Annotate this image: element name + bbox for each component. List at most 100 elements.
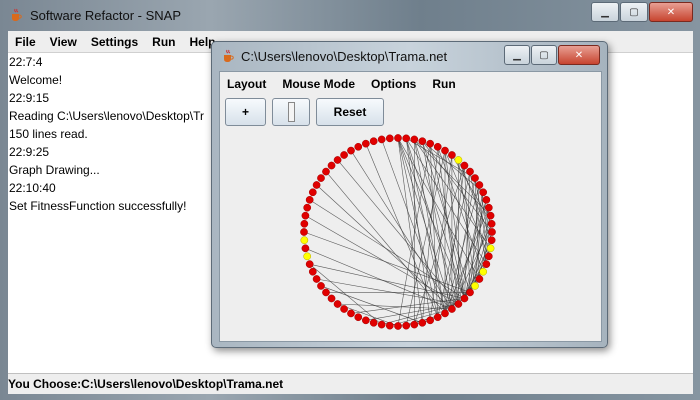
graph-node[interactable]	[418, 137, 427, 146]
menu-options[interactable]: Options	[370, 77, 417, 91]
graph-window-titlebar[interactable]: C:\Users\lenovo\Desktop\Trama.net ▁ ▢ ✕	[212, 42, 607, 70]
graph-node[interactable]	[433, 313, 442, 322]
graph-node[interactable]	[426, 139, 434, 148]
minimize-button[interactable]: ▁	[591, 2, 619, 22]
graph-node[interactable]	[377, 135, 386, 144]
log-line: 22:10:40	[9, 181, 56, 195]
graph-node-highlighted[interactable]	[454, 156, 463, 164]
graph-node[interactable]	[305, 196, 314, 204]
graph-node[interactable]	[482, 196, 491, 204]
graph-node[interactable]	[475, 275, 484, 283]
graph-node[interactable]	[475, 181, 484, 189]
graph-node[interactable]	[322, 167, 330, 176]
graph-node[interactable]	[484, 203, 493, 212]
graph-node[interactable]	[362, 139, 370, 148]
zoom-out-button[interactable]	[272, 98, 310, 126]
close-icon: ✕	[574, 49, 584, 61]
graph-node[interactable]	[340, 151, 348, 159]
graph-node[interactable]	[369, 318, 378, 327]
graph-node-highlighted[interactable]	[486, 244, 495, 253]
graph-node[interactable]	[479, 188, 488, 197]
graph-node[interactable]	[441, 146, 449, 155]
graph-node-highlighted[interactable]	[479, 267, 488, 276]
graph-node[interactable]	[317, 174, 325, 182]
graph-node[interactable]	[327, 294, 336, 303]
graph-node[interactable]	[385, 321, 394, 330]
graph-node[interactable]	[410, 320, 419, 329]
graph-node[interactable]	[301, 211, 310, 220]
zoom-in-button[interactable]: +	[225, 98, 266, 126]
graph-node[interactable]	[488, 228, 496, 236]
graph-node[interactable]	[460, 294, 469, 303]
graph-node[interactable]	[305, 260, 314, 268]
graph-node[interactable]	[448, 305, 456, 313]
graph-node[interactable]	[482, 260, 491, 268]
graph-node[interactable]	[486, 211, 495, 220]
maximize-icon: ▢	[629, 6, 639, 18]
menu-file[interactable]: File	[14, 35, 37, 49]
graph-node[interactable]	[454, 300, 463, 308]
graph-node[interactable]	[418, 318, 427, 327]
minimize-button[interactable]: ▁	[504, 45, 530, 65]
minimize-icon: ▁	[513, 49, 521, 61]
graph-node[interactable]	[340, 305, 348, 313]
graph-edge	[316, 184, 453, 310]
graph-node[interactable]	[484, 252, 493, 261]
graph-node[interactable]	[303, 203, 312, 212]
graph-node[interactable]	[369, 137, 378, 146]
reset-button[interactable]: Reset	[316, 98, 384, 126]
menu-run[interactable]: Run	[431, 77, 456, 91]
graph-node[interactable]	[300, 228, 308, 236]
graph-node[interactable]	[466, 167, 474, 176]
graph-node[interactable]	[487, 219, 496, 228]
graph-node[interactable]	[410, 135, 419, 144]
graph-node[interactable]	[347, 309, 355, 318]
close-button[interactable]: ✕	[649, 2, 693, 22]
graph-node[interactable]	[433, 142, 442, 151]
graph-node[interactable]	[308, 188, 317, 197]
graph-node[interactable]	[385, 134, 394, 143]
menu-view[interactable]: View	[49, 35, 78, 49]
menu-settings[interactable]: Settings	[90, 35, 139, 49]
menu-layout[interactable]: Layout	[226, 77, 267, 91]
graph-node[interactable]	[333, 156, 342, 164]
graph-node[interactable]	[362, 316, 370, 325]
graph-node[interactable]	[460, 161, 469, 170]
menu-mouse-mode[interactable]: Mouse Mode	[281, 77, 356, 91]
main-titlebar[interactable]: Software Refactor - SNAP ▁ ▢ ✕	[0, 0, 700, 30]
graph-node[interactable]	[448, 151, 456, 159]
minimize-icon: ▁	[601, 6, 609, 18]
graph-node[interactable]	[301, 244, 310, 253]
graph-node[interactable]	[466, 288, 474, 297]
maximize-button[interactable]: ▢	[531, 45, 557, 65]
graph-node-highlighted[interactable]	[303, 252, 312, 261]
graph-node[interactable]	[377, 320, 386, 329]
graph-node[interactable]	[354, 142, 363, 151]
graph-node[interactable]	[312, 275, 321, 283]
graph-node[interactable]	[327, 161, 336, 170]
maximize-button[interactable]: ▢	[620, 2, 648, 22]
graph-node[interactable]	[317, 282, 325, 290]
graph-node[interactable]	[347, 146, 355, 155]
close-button[interactable]: ✕	[558, 45, 600, 65]
graph-node[interactable]	[354, 313, 363, 322]
graph-node[interactable]	[333, 300, 342, 308]
graph-node[interactable]	[312, 181, 321, 189]
graph-node[interactable]	[402, 134, 411, 143]
graph-node[interactable]	[308, 267, 317, 276]
graph-node-highlighted[interactable]	[471, 282, 479, 290]
graph-node[interactable]	[300, 219, 309, 228]
graph-node[interactable]	[394, 322, 402, 330]
menu-run[interactable]: Run	[151, 35, 176, 49]
graph-node-highlighted[interactable]	[300, 236, 309, 245]
graph-node[interactable]	[487, 236, 496, 245]
graph-node[interactable]	[322, 288, 330, 297]
graph-node[interactable]	[394, 134, 402, 142]
graph-node[interactable]	[426, 316, 434, 325]
graph-node[interactable]	[441, 309, 449, 318]
graph-node[interactable]	[471, 174, 479, 182]
graph-canvas[interactable]	[220, 128, 601, 340]
minus-icon	[287, 102, 295, 122]
log-line: Welcome!	[9, 73, 63, 87]
graph-node[interactable]	[402, 321, 411, 330]
